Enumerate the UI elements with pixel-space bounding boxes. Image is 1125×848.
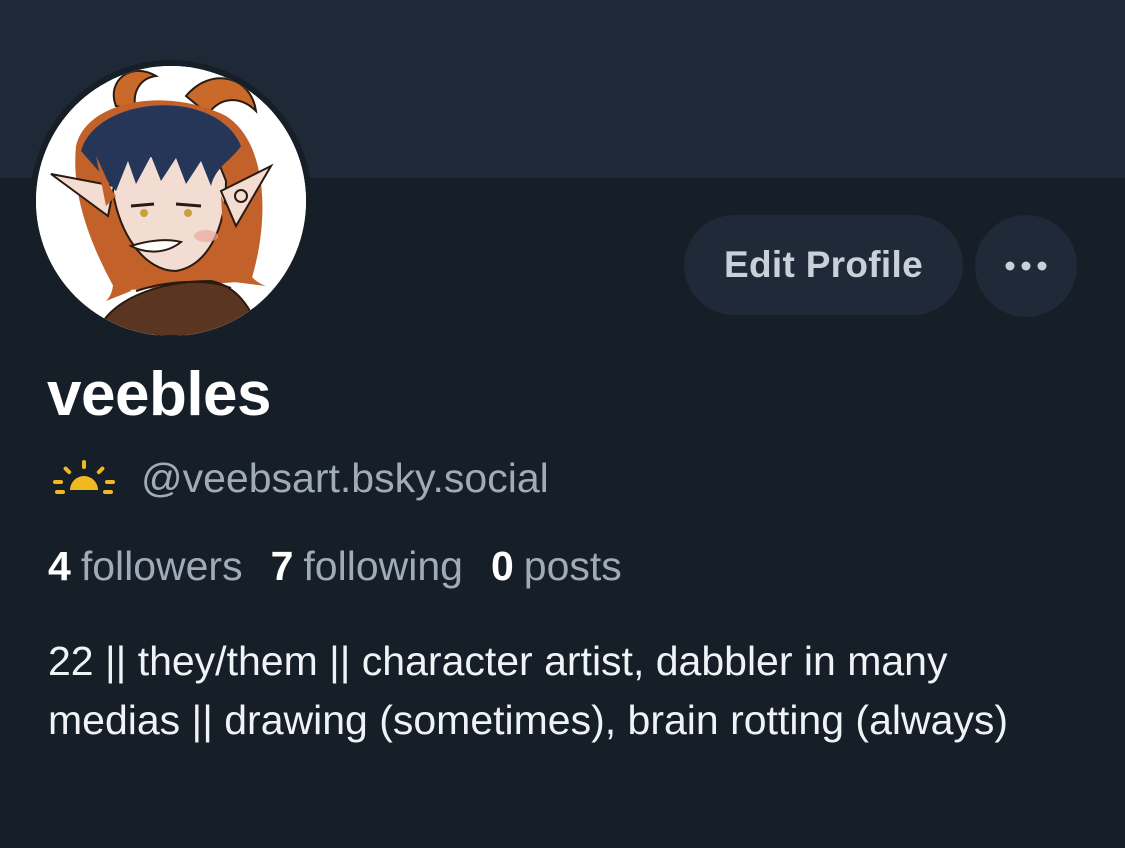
profile-bio: 22 || they/them || character artist, dab… [48,638,1009,743]
posts-count: 0 [490,543,514,589]
handle-row: @veebsart.bsky.social [51,452,549,504]
user-handle: @veebsart.bsky.social [141,455,549,501]
display-name: veebles [47,360,272,429]
sunrise-icon [53,460,115,494]
following-label: following [303,543,463,589]
more-horizontal-icon [1005,261,1047,271]
posts-stat: 0 posts [491,540,622,592]
edit-profile-button[interactable]: Edit Profile [684,215,963,315]
avatar-illustration [36,66,306,336]
avatar[interactable] [36,66,306,336]
following-count: 7 [270,543,294,589]
followers-count: 4 [48,543,71,589]
more-options-button[interactable] [975,215,1077,317]
following-stat[interactable]: 7 following [271,540,463,592]
profile-stats: 4 followers 7 following 0 posts [48,540,650,592]
followers-stat[interactable]: 4 followers [48,540,243,592]
followers-label: followers [80,543,243,589]
posts-label: posts [523,543,622,589]
